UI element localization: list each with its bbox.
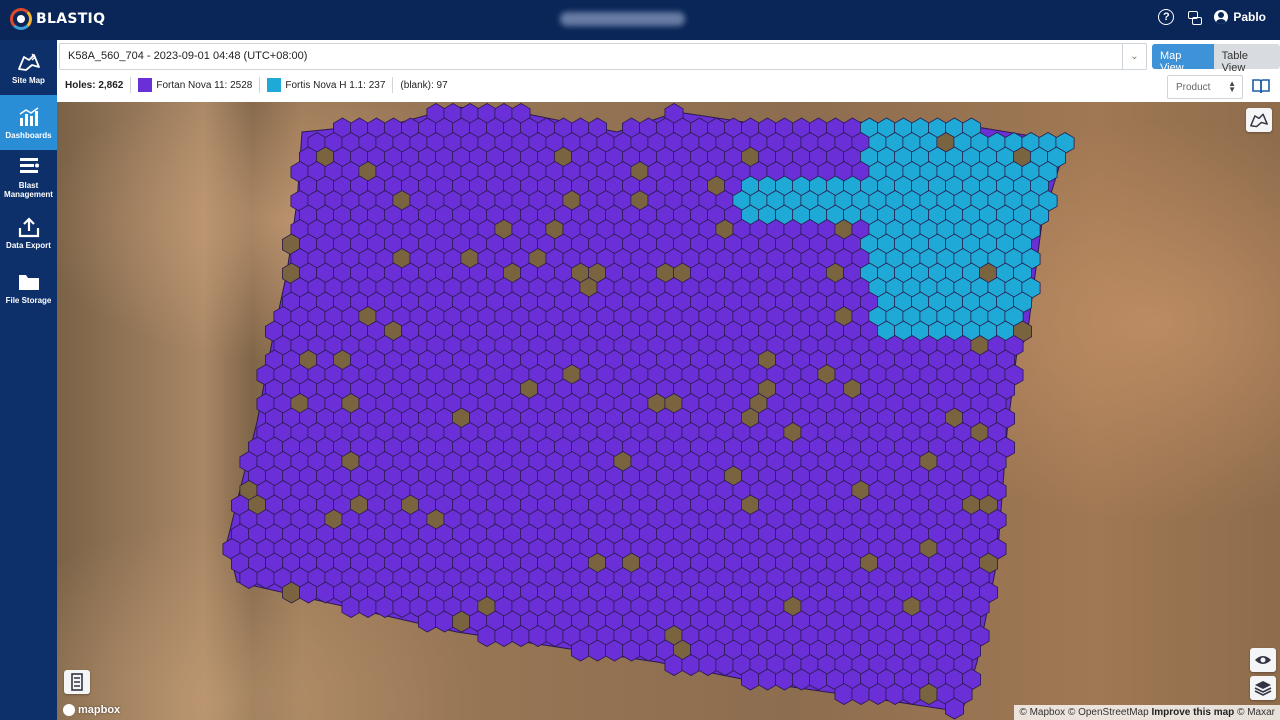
map-canvas[interactable]: mapbox © Mapbox © OpenStreetMap Improve … — [57, 102, 1280, 720]
blastiq-logo-icon — [10, 8, 32, 30]
map-style-button[interactable] — [1246, 108, 1272, 132]
map-view-button[interactable]: Map View — [1152, 44, 1214, 74]
divider — [130, 77, 132, 93]
book-icon[interactable] — [1252, 78, 1270, 94]
map-icon — [17, 51, 41, 73]
divider — [392, 77, 394, 93]
mapbox-logo[interactable]: mapbox — [63, 704, 120, 716]
layers-icon — [1254, 681, 1272, 696]
improve-map-link[interactable]: Improve this map — [1151, 707, 1234, 718]
control-bar: K58A_560_704 - 2023-09-01 04:48 (UTC+08:… — [57, 40, 1280, 102]
list-icon — [17, 156, 41, 178]
ruler-icon — [71, 673, 83, 691]
legend-toggle-button[interactable] — [64, 670, 90, 694]
legend-swatch — [267, 78, 282, 92]
legend-item-product-b[interactable]: Fortis Nova H 1.1: 237 — [267, 78, 385, 92]
user-name: Pablo — [1233, 10, 1266, 24]
view-toggle: Map View Table View — [1152, 44, 1280, 74]
legend-item-product-a[interactable]: Fortan Nova 11: 2528 — [138, 78, 252, 92]
site-name-blurred — [560, 12, 685, 26]
sidebar-item-label: Site Map — [12, 75, 45, 85]
hole-cells — [222, 103, 1075, 720]
legend-label: Fortis Nova H 1.1: 237 — [285, 79, 386, 91]
colour-by-value: Product — [1176, 82, 1211, 93]
sidebar-item-label: Dashboards — [5, 130, 52, 140]
blast-hole-pattern[interactable] — [57, 102, 1280, 720]
divider — [259, 77, 261, 93]
eye-icon — [1255, 656, 1271, 664]
product-legend: Holes: 2,862 Fortan Nova 11: 2528 Fortis… — [65, 77, 448, 93]
brand-logo[interactable]: BLASTIQ — [10, 8, 105, 30]
upload-icon — [17, 216, 41, 238]
blast-selector-value: K58A_560_704 - 2023-09-01 04:48 (UTC+08:… — [68, 50, 308, 62]
sidebar-item-label: Data Export — [6, 240, 51, 250]
top-bar: BLASTIQ ? Pablo — [0, 0, 1280, 40]
sidebar-item-blast-management[interactable]: Blast Management — [0, 150, 57, 205]
sidebar-item-site-map[interactable]: Site Map — [0, 40, 57, 95]
blast-selector[interactable]: K58A_560_704 - 2023-09-01 04:48 (UTC+08:… — [59, 43, 1147, 70]
legend-label: Fortan Nova 11: 2528 — [156, 79, 253, 91]
sidebar-item-label: File Storage — [5, 295, 52, 305]
user-menu[interactable]: Pablo — [1214, 10, 1266, 24]
sort-arrows-icon: ▲ ▼ — [1228, 79, 1236, 94]
layers-button[interactable] — [1250, 676, 1276, 700]
folder-icon — [17, 271, 41, 293]
top-right-actions: ? Pablo — [1158, 9, 1266, 25]
map-attribution: © Mapbox © OpenStreetMap Improve this ma… — [1014, 705, 1280, 720]
brand-name: BLASTIQ — [36, 11, 106, 27]
mapbox-icon — [63, 704, 75, 716]
visibility-button[interactable] — [1250, 648, 1276, 672]
attribution-maxar[interactable]: © Maxar — [1237, 707, 1275, 718]
sidebar-item-data-export[interactable]: Data Export — [0, 205, 57, 260]
chevron-down-icon[interactable]: ⌄ — [1122, 44, 1146, 69]
user-avatar-icon — [1214, 10, 1229, 24]
help-icon[interactable]: ? — [1158, 9, 1175, 25]
workflow-icon[interactable] — [1186, 9, 1203, 25]
chart-icon — [17, 106, 41, 128]
map-icon — [1250, 113, 1268, 128]
legend-item-blank[interactable]: (blank): 97 — [400, 80, 447, 91]
mapbox-label: mapbox — [78, 704, 121, 716]
colour-by-select[interactable]: Product ▲ ▼ — [1167, 75, 1243, 99]
sidebar-item-label: Blast Management — [4, 181, 53, 199]
table-view-button[interactable]: Table View — [1213, 44, 1280, 74]
holes-count: Holes: 2,862 — [65, 79, 124, 91]
legend-swatch — [138, 78, 153, 92]
sidebar: Site Map Dashboards Blast Management Dat… — [0, 40, 57, 720]
legend-label: (blank): 97 — [400, 79, 448, 91]
attribution-text[interactable]: © Mapbox © OpenStreetMap — [1019, 707, 1148, 718]
sidebar-item-file-storage[interactable]: File Storage — [0, 260, 57, 315]
sidebar-item-dashboards[interactable]: Dashboards — [0, 95, 57, 150]
